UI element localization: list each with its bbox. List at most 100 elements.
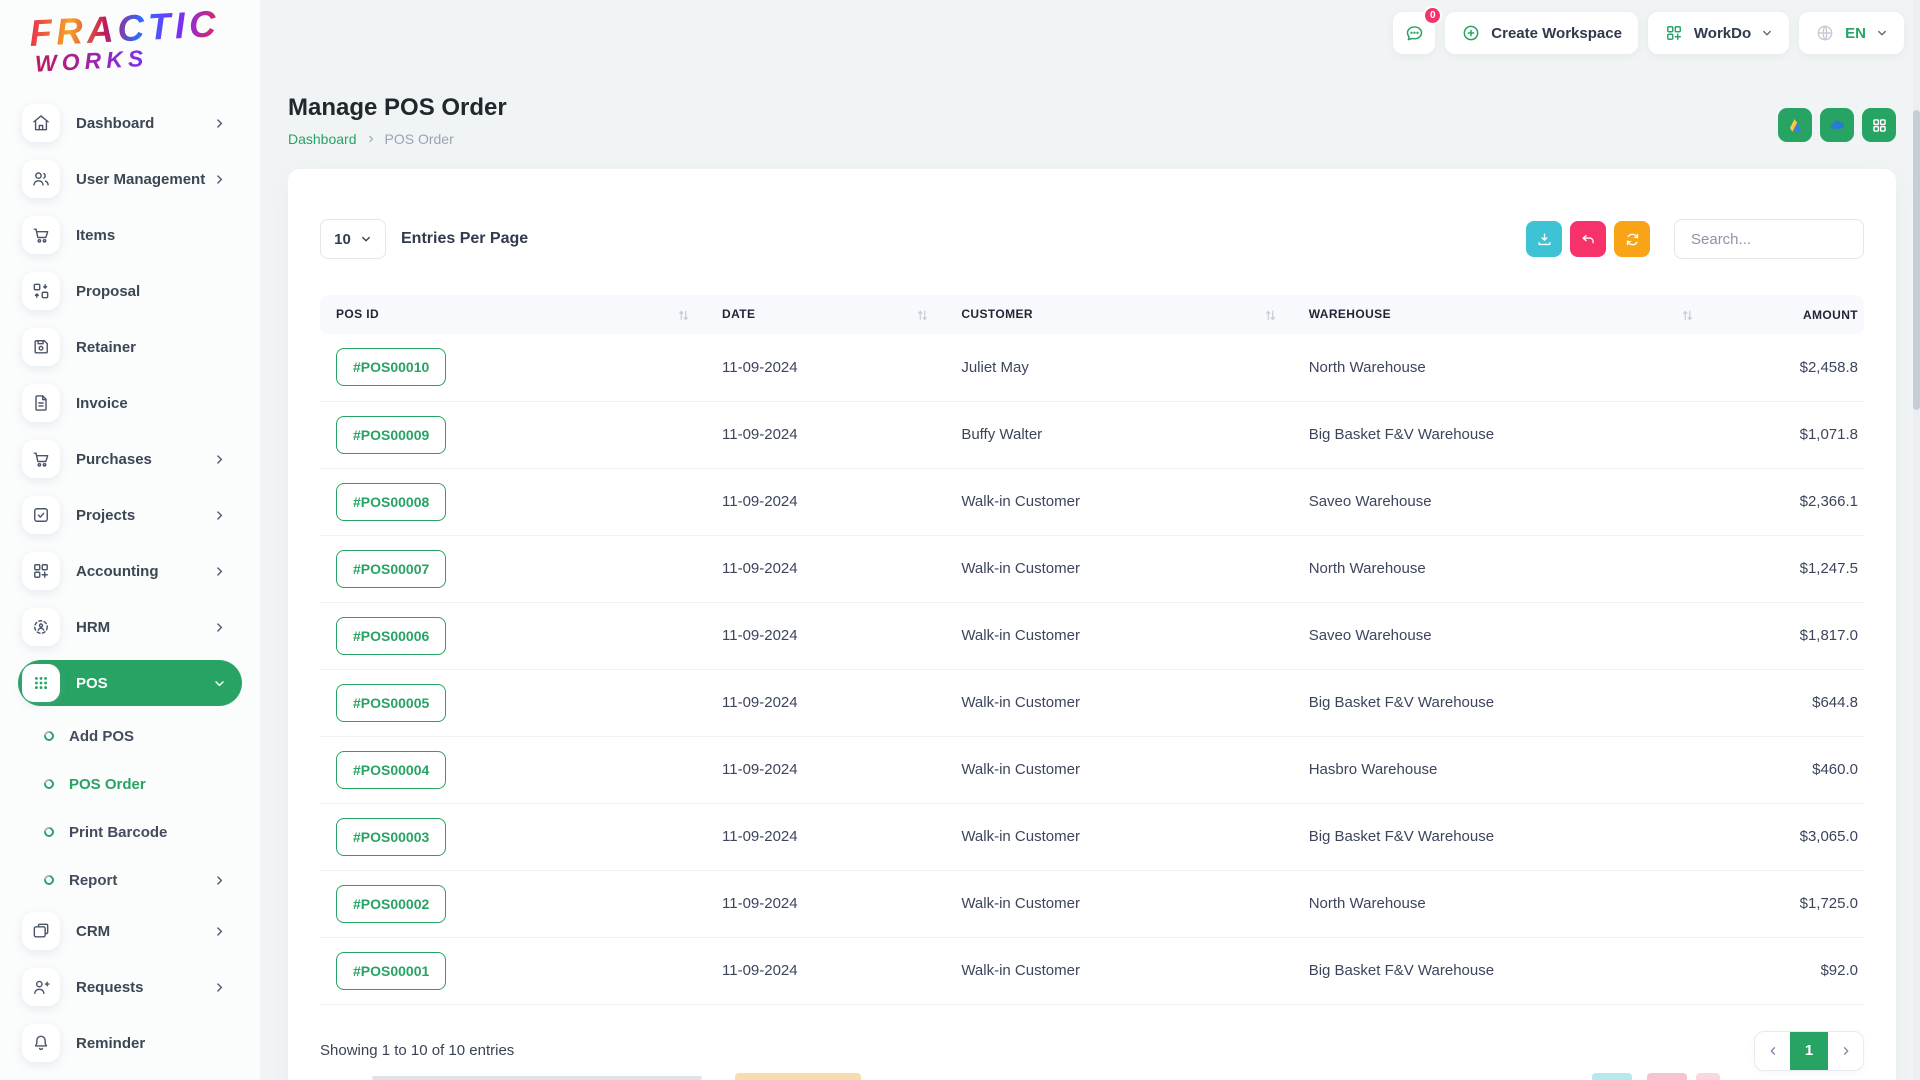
column-header-customer[interactable]: CUSTOMER: [961, 307, 1033, 321]
messages-button[interactable]: 0: [1393, 6, 1443, 54]
grid-view-button[interactable]: [1862, 108, 1896, 142]
table-row: #POS00001 11-09-2024 Walk-in Customer Bi…: [320, 937, 1864, 1005]
submenu-item-add-pos[interactable]: Add POS: [42, 716, 242, 756]
cell-customer: Walk-in Customer: [945, 535, 1293, 603]
users-icon: [22, 160, 60, 198]
create-workspace-button[interactable]: Create Workspace: [1445, 12, 1638, 54]
submenu-item-print-barcode[interactable]: Print Barcode: [42, 812, 242, 852]
bullet-icon: [42, 873, 56, 887]
cell-warehouse: Big Basket F&V Warehouse: [1292, 669, 1710, 737]
column-header-pos-id[interactable]: POS ID: [336, 307, 379, 321]
undo-button[interactable]: [1570, 221, 1606, 257]
pos-id-link[interactable]: #POS00010: [336, 348, 447, 387]
workspace-name: WorkDo: [1693, 24, 1752, 42]
cart-icon: [22, 440, 60, 478]
sidebar-item-pos[interactable]: POS: [18, 660, 242, 706]
cell-customer: Walk-in Customer: [945, 736, 1293, 804]
cell-customer: Walk-in Customer: [945, 468, 1293, 536]
pos-id-link[interactable]: #POS00001: [336, 951, 447, 990]
table-row: #POS00006 11-09-2024 Walk-in Customer Sa…: [320, 602, 1864, 670]
sort-icon[interactable]: [1264, 309, 1277, 322]
chevron-down-icon: [1876, 27, 1888, 39]
undo-icon: [1580, 231, 1597, 248]
chevron-right-icon: [366, 134, 376, 144]
chevron-left-icon: [1767, 1045, 1779, 1057]
cell-warehouse: Big Basket F&V Warehouse: [1292, 937, 1710, 1005]
pos-id-link[interactable]: #POS00005: [336, 683, 447, 722]
sidebar-item-hrm[interactable]: HRM: [18, 604, 242, 650]
create-workspace-label: Create Workspace: [1491, 24, 1622, 42]
scrollbar-thumb[interactable]: [1913, 110, 1920, 410]
sidebar-item-crm[interactable]: CRM: [18, 908, 242, 954]
pos-id-link[interactable]: #POS00007: [336, 549, 447, 588]
sidebar: FRACTIC WORKS Dashboard User Management …: [0, 0, 260, 1080]
pos-id-link[interactable]: #POS00002: [336, 884, 447, 923]
cell-warehouse: North Warehouse: [1292, 870, 1710, 938]
submenu-item-label: Print Barcode: [69, 823, 168, 841]
export-button[interactable]: [1526, 221, 1562, 257]
sidebar-item-dashboard[interactable]: Dashboard: [18, 100, 242, 146]
sidebar-item-user-management[interactable]: User Management: [18, 156, 242, 202]
pos-id-link[interactable]: #POS00009: [336, 415, 447, 454]
pos-id-link[interactable]: #POS00004: [336, 750, 447, 789]
onedrive-icon: [1828, 116, 1847, 135]
sidebar-item-projects[interactable]: Projects: [18, 492, 242, 538]
workspace-dropdown[interactable]: WorkDo: [1647, 12, 1790, 54]
pos-id-link[interactable]: #POS00008: [336, 482, 447, 521]
sidebar-item-requests[interactable]: Requests: [18, 964, 242, 1010]
pagination-prev-button[interactable]: [1755, 1032, 1790, 1070]
onedrive-button[interactable]: [1820, 108, 1854, 142]
pos-id-link[interactable]: #POS00003: [336, 817, 447, 856]
sidebar-item-retainer[interactable]: Retainer: [18, 324, 242, 370]
user-plus-icon: [22, 968, 60, 1006]
bullet-icon: [42, 777, 56, 791]
sidebar-item-accounting[interactable]: Accounting: [18, 548, 242, 594]
scrollbar-track[interactable]: [1913, 0, 1920, 1080]
sidebar-item-label: Items: [76, 226, 116, 244]
cell-customer: Buffy Walter: [945, 401, 1293, 469]
sort-icon[interactable]: [916, 309, 929, 322]
cell-date: 11-09-2024: [706, 870, 946, 938]
cell-date: 11-09-2024: [706, 334, 946, 402]
sidebar-item-items[interactable]: Items: [18, 212, 242, 258]
sidebar-item-label: Dashboard: [76, 114, 155, 132]
chevron-down-icon: [213, 677, 226, 690]
pagination-page-1[interactable]: 1: [1790, 1031, 1828, 1070]
column-header-date[interactable]: DATE: [722, 307, 755, 321]
pos-id-link[interactable]: #POS00006: [336, 616, 447, 655]
submenu-item-pos-order[interactable]: POS Order: [42, 764, 242, 804]
cell-date: 11-09-2024: [706, 803, 946, 871]
sort-icon[interactable]: [1681, 309, 1694, 322]
cell-amount: $644.8: [1709, 669, 1864, 737]
download-icon: [1536, 231, 1553, 248]
sidebar-item-purchases[interactable]: Purchases: [18, 436, 242, 482]
sidebar-item-invoice[interactable]: Invoice: [18, 380, 242, 426]
search-input[interactable]: [1674, 219, 1864, 259]
cell-amount: $1,247.5: [1709, 535, 1864, 603]
sidebar-item-label: Invoice: [76, 394, 128, 412]
sidebar-item-proposal[interactable]: Proposal: [18, 268, 242, 314]
pos-order-card: 10 Entries Per Page POS ID DATE CUSTOMER…: [288, 169, 1896, 1080]
bullet-icon: [42, 825, 56, 839]
column-header-amount[interactable]: AMOUNT: [1803, 308, 1858, 322]
google-drive-button[interactable]: [1778, 108, 1812, 142]
sidebar-nav: Dashboard User Management Items Proposal…: [0, 100, 260, 1076]
cell-customer: Walk-in Customer: [945, 803, 1293, 871]
refresh-button[interactable]: [1614, 221, 1650, 257]
entries-per-page-select[interactable]: 10: [320, 219, 386, 259]
pagination-next-button[interactable]: [1828, 1032, 1863, 1070]
column-header-warehouse[interactable]: WAREHOUSE: [1309, 307, 1391, 321]
cell-customer: Juliet May: [945, 334, 1293, 402]
language-dropdown[interactable]: EN: [1799, 12, 1904, 54]
plus-circle-icon: [1461, 23, 1481, 43]
sidebar-item-reminder[interactable]: Reminder: [18, 1020, 242, 1066]
submenu-item-report[interactable]: Report: [42, 860, 242, 900]
chevron-right-icon: [213, 509, 226, 522]
file-icon: [22, 384, 60, 422]
entries-per-page-label: Entries Per Page: [401, 230, 529, 247]
breadcrumb-home-link[interactable]: Dashboard: [288, 131, 357, 147]
sort-icon[interactable]: [677, 309, 690, 322]
chevron-right-icon: [213, 173, 226, 186]
chevron-right-icon: [213, 117, 226, 130]
brand-logo[interactable]: FRACTIC WORKS: [28, 3, 222, 78]
